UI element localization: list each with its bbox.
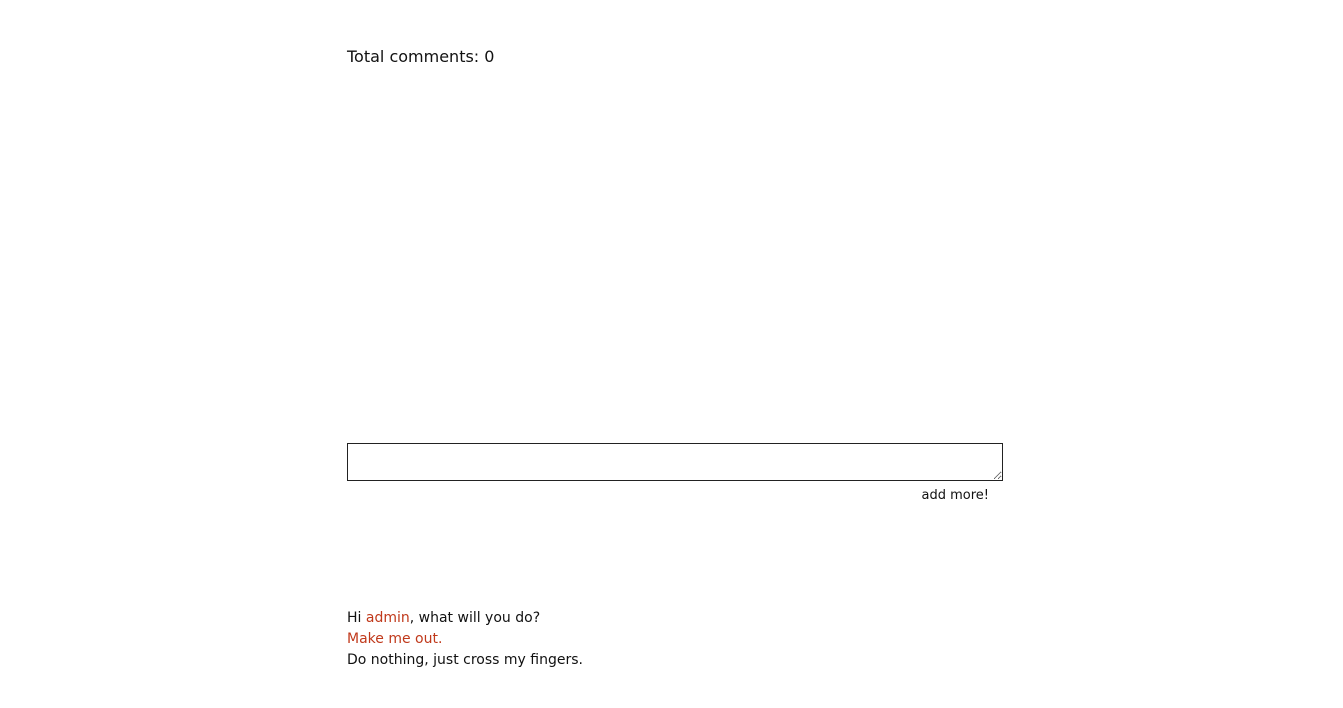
add-more-button[interactable]: add more! — [922, 487, 990, 505]
total-comments: Total comments: 0 — [347, 47, 495, 66]
greeting-prefix: Hi — [347, 610, 366, 626]
username-link[interactable]: admin — [366, 610, 410, 626]
greeting-line: Hi admin, what will you do? — [347, 608, 583, 629]
main-content: Total comments: 0 add more! Hi admin, wh… — [347, 0, 1003, 708]
do-nothing-text: Do nothing, just cross my fingers. — [347, 652, 583, 668]
greeting-suffix: , what will you do? — [409, 610, 541, 626]
logout-link[interactable]: Make me out. — [347, 631, 442, 647]
user-actions: Hi admin, what will you do? Make me out.… — [347, 608, 583, 671]
logout-line: Make me out. — [347, 629, 583, 650]
comment-textarea[interactable] — [347, 443, 1003, 481]
